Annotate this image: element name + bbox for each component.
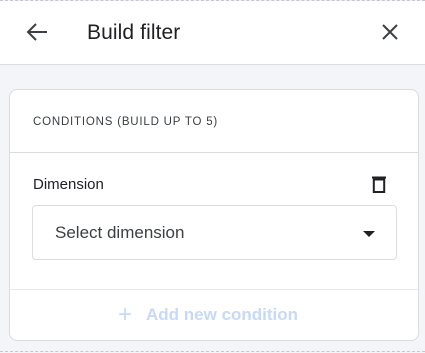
conditions-heading: CONDITIONS (BUILD UP TO 5) bbox=[33, 116, 219, 128]
divider bbox=[10, 289, 418, 290]
caret-down-icon bbox=[361, 227, 377, 239]
add-new-condition-label: Add new condition bbox=[146, 305, 299, 324]
conditions-header: CONDITIONS (BUILD UP TO 5) bbox=[10, 90, 418, 153]
panel-title: Build filter bbox=[87, 21, 181, 44]
arrow-left-icon bbox=[26, 22, 48, 47]
dimension-label: Dimension bbox=[33, 176, 104, 193]
close-button[interactable] bbox=[375, 19, 405, 49]
build-filter-panel: Build filter CONDITIONS (BUILD UP TO 5) … bbox=[0, 0, 425, 353]
back-button[interactable] bbox=[22, 19, 52, 49]
panel-header: Build filter bbox=[0, 1, 425, 65]
conditions-card: CONDITIONS (BUILD UP TO 5) Dimension Sel… bbox=[9, 89, 419, 341]
dimension-select[interactable]: Select dimension bbox=[32, 205, 397, 260]
add-new-condition-button[interactable]: + Add new condition bbox=[118, 302, 298, 328]
bottom-dashed-edge bbox=[0, 351, 425, 352]
plus-icon: + bbox=[118, 301, 133, 328]
close-icon bbox=[381, 23, 399, 46]
trash-icon bbox=[371, 175, 387, 198]
dimension-select-value: Select dimension bbox=[55, 223, 185, 242]
delete-condition-button[interactable] bbox=[368, 175, 390, 197]
